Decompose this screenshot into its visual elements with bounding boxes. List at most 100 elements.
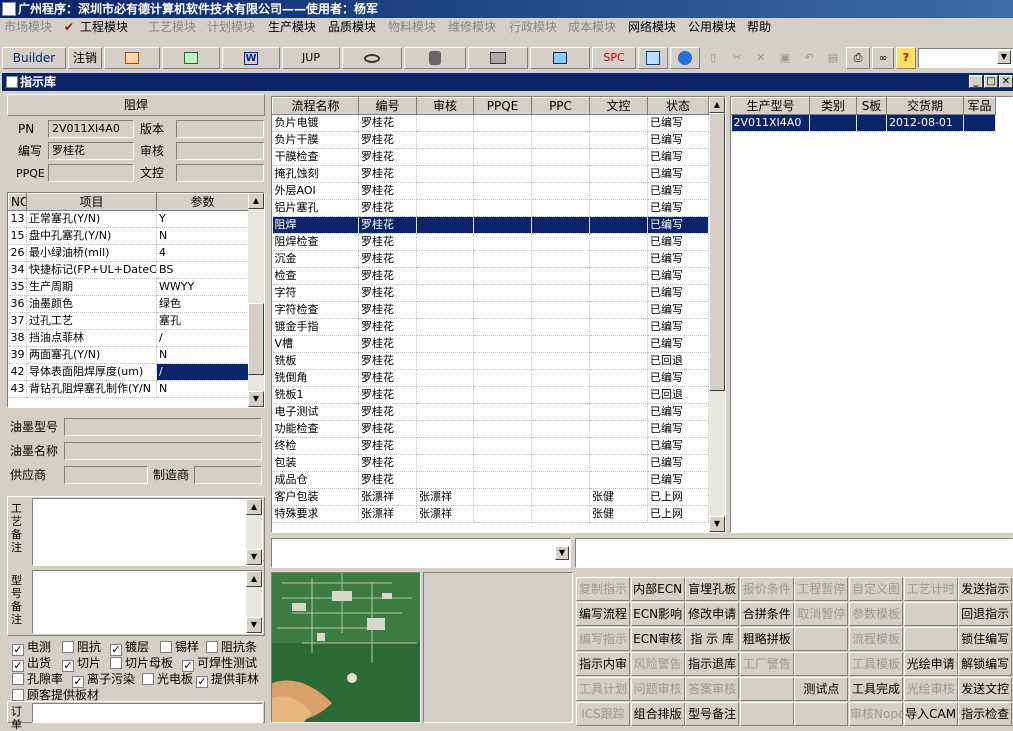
process-cell[interactable] — [416, 182, 474, 200]
process-cell[interactable] — [473, 131, 532, 149]
action-button-0-2[interactable]: 盲埋孔板 — [685, 577, 740, 601]
checkbox-1[interactable]: 阻抗 — [62, 640, 101, 654]
process-cell[interactable] — [589, 352, 648, 370]
excel-button[interactable] — [162, 47, 220, 69]
action-button-2-2[interactable]: 指 示 库 — [685, 627, 740, 651]
action-button-0-0[interactable]: 复制指示 — [576, 577, 630, 601]
process-cell[interactable] — [416, 148, 474, 166]
process-cell[interactable] — [531, 148, 590, 166]
window-titlebar[interactable]: 广州程序：深圳市必有德计算机软件技术有限公司——使用者：杨军 — [0, 0, 1013, 18]
process-cell[interactable] — [473, 420, 532, 438]
action-button-4-4[interactable]: 测试点 — [794, 677, 849, 701]
process-cell[interactable] — [416, 301, 474, 319]
process-cell[interactable] — [416, 114, 474, 132]
process-cell[interactable] — [473, 505, 532, 523]
action-button-3-2[interactable]: 指示退库 — [685, 652, 740, 676]
action-button-1-3[interactable]: 合拼条件 — [739, 602, 794, 626]
menu-item-3[interactable]: 计划模块 — [207, 18, 255, 37]
ink-name-field[interactable] — [64, 442, 262, 460]
params-row[interactable]: 38 挡油点菲林 / — [8, 329, 249, 347]
checkbox-10[interactable]: ✓ 离子污染 — [72, 672, 135, 688]
process-cell[interactable] — [589, 386, 648, 404]
process-cell[interactable] — [531, 267, 590, 285]
word-button[interactable]: W — [222, 47, 280, 69]
process-cell[interactable] — [589, 471, 648, 489]
process-cell[interactable] — [473, 437, 532, 455]
process-cell[interactable]: 已编写 — [647, 131, 709, 149]
preview-button[interactable]: ▤ — [822, 47, 844, 69]
action-button-1-5[interactable]: 参数模板 — [849, 602, 903, 626]
jup-button[interactable]: JUP — [282, 47, 340, 69]
scroll-down-icon[interactable]: ▼ — [246, 617, 262, 633]
action-button-5-2[interactable]: 型号备注 — [685, 702, 740, 726]
action-button-2-3[interactable]: 粗略拼板 — [739, 627, 794, 651]
process-row[interactable]: 终检 罗桂花 已编写 — [272, 437, 709, 455]
process-cell[interactable]: 已编写 — [647, 301, 709, 319]
process-cell[interactable]: 已编写 — [647, 335, 709, 353]
powerpoint-button[interactable] — [104, 47, 160, 69]
process-cell[interactable] — [416, 131, 474, 149]
menu-item-6[interactable]: 物料模块 — [388, 18, 436, 37]
checked-box-icon[interactable]: ✓ — [196, 676, 208, 688]
param-value[interactable]: Y — [156, 210, 249, 228]
process-cell[interactable] — [416, 454, 474, 472]
params-row[interactable]: 43 背钻孔阻焊塞孔制作(Y/N N — [8, 380, 249, 398]
process-cell[interactable]: 罗桂花 — [358, 454, 417, 472]
process-cell[interactable]: 已编写 — [647, 454, 709, 472]
process-cell[interactable]: 已编写 — [647, 250, 709, 268]
unchecked-box-icon[interactable] — [12, 673, 24, 685]
process-cell[interactable] — [589, 403, 648, 421]
subwindow-titlebar[interactable]: 指示库 _ □ ✕ — [2, 73, 1013, 91]
param-item[interactable]: 过孔工艺 — [26, 312, 157, 330]
param-item[interactable]: 盘中孔塞孔(Y/N) — [26, 227, 157, 245]
process-cell[interactable] — [531, 318, 590, 336]
process-cell[interactable]: 负片电镀 — [272, 114, 359, 132]
scroll-down-icon[interactable]: ▼ — [709, 516, 725, 532]
action-button-3-1[interactable]: 风险警告 — [630, 652, 685, 676]
process-cell[interactable] — [531, 369, 590, 387]
process-cell[interactable]: V槽 — [272, 335, 359, 353]
process-cell[interactable]: 罗桂花 — [358, 216, 417, 234]
process-cell[interactable] — [531, 131, 590, 149]
action-button-1-0[interactable]: 编写流程 — [576, 602, 630, 626]
scroll-up-icon[interactable]: ▲ — [246, 571, 262, 587]
process-cell[interactable] — [531, 386, 590, 404]
process-cell[interactable] — [473, 301, 532, 319]
process-cell[interactable] — [589, 148, 648, 166]
process-cell[interactable] — [416, 420, 474, 438]
process-cell[interactable] — [589, 284, 648, 302]
action-button-5-5[interactable]: 审核Nope — [849, 702, 903, 726]
unchecked-box-icon[interactable] — [160, 641, 172, 653]
process-cell[interactable] — [589, 267, 648, 285]
param-no[interactable]: 26 — [8, 244, 27, 262]
menu-item-2[interactable]: 工艺模块 — [148, 18, 196, 37]
process-cell[interactable]: 罗桂花 — [358, 131, 417, 149]
action-button-2-1[interactable]: ECN审核 — [630, 627, 685, 651]
process-cell[interactable] — [416, 318, 474, 336]
action-button-2-6[interactable] — [903, 627, 958, 651]
supplier-combo[interactable] — [64, 466, 148, 484]
checked-box-icon[interactable]: ✓ — [110, 644, 122, 656]
unchecked-box-icon[interactable] — [206, 641, 218, 653]
unchecked-box-icon[interactable] — [62, 641, 74, 653]
process-cell[interactable] — [416, 437, 474, 455]
process-cell[interactable]: 张漂祥 — [358, 488, 417, 506]
scroll-up-icon[interactable]: ▲ — [709, 97, 725, 113]
process-row[interactable]: 阻焊 罗桂花 已编写 — [272, 216, 709, 234]
params-row[interactable]: 42 导体表面阻焊厚度(um) / — [8, 363, 249, 381]
process-cell[interactable] — [416, 216, 474, 234]
scroll-down-icon[interactable]: ▼ — [246, 549, 262, 565]
process-header-2[interactable]: 审核 — [416, 97, 474, 115]
process-row[interactable]: 阻焊检查 罗桂花 已编写 — [272, 233, 709, 251]
process-cell[interactable] — [473, 488, 532, 506]
process-cell[interactable] — [531, 403, 590, 421]
process-cell[interactable]: 罗桂花 — [358, 199, 417, 217]
logout-button[interactable]: 注销 — [68, 47, 102, 69]
param-no[interactable]: 13 — [8, 210, 27, 228]
process-scrollbar[interactable]: ▲ ▼ — [709, 97, 725, 532]
process-cell[interactable] — [589, 131, 648, 149]
process-cell[interactable] — [416, 267, 474, 285]
process-cell[interactable]: 罗桂花 — [358, 114, 417, 132]
process-cell[interactable]: 外层AOI — [272, 182, 359, 200]
process-row[interactable]: 沉金 罗桂花 已编写 — [272, 250, 709, 268]
